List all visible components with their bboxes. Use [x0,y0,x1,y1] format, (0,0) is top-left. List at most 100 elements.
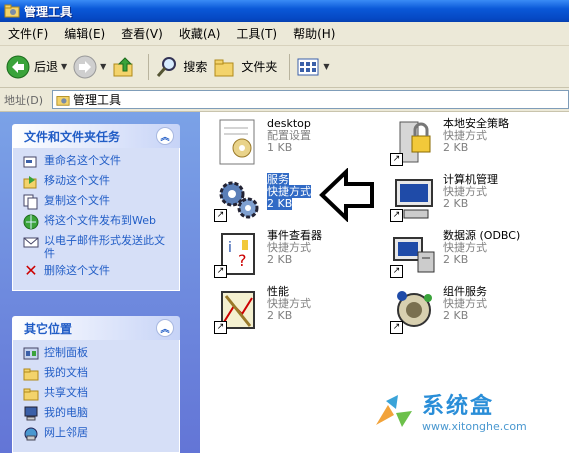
place-my-documents[interactable]: 我的文档 [23,366,173,382]
file-size: 2 KB [267,309,293,322]
task-email[interactable]: 以电子邮件形式发送此文件 [23,234,173,260]
toolbar-separator [148,53,150,80]
place-label: 我的电脑 [44,406,88,419]
menu-file[interactable]: 文件(F) [0,25,56,42]
file-item-desktop[interactable]: desktop 配置设置 1 KB [214,118,311,166]
collapse-chevron-icon[interactable]: ︽ [156,319,174,337]
address-label: 地址(D) [4,93,44,107]
back-button[interactable]: 后退 ▼ [6,55,67,79]
place-label: 共享文档 [44,386,88,399]
place-my-computer[interactable]: 我的电脑 [23,406,173,422]
forward-button[interactable]: ▼ [73,55,106,79]
toolbar-separator [289,53,291,80]
other-places-header[interactable]: 其它位置 ︽ [12,316,180,340]
file-item-local-security-policy[interactable]: ↗ 本地安全策略 快捷方式 2 KB [390,118,509,166]
address-value: 管理工具 [73,93,122,107]
menu-edit[interactable]: 编辑(E) [56,25,113,42]
computer-management-icon: ↗ [390,174,438,222]
file-tasks-panel: 文件和文件夹任务 ︽ 重命名这个文件 移动这个文件 复制这个文件 将这个文件发布… [12,124,180,291]
search-button[interactable]: 搜索 [155,55,207,79]
task-rename[interactable]: 重命名这个文件 [23,154,173,170]
up-folder-icon [113,56,133,76]
task-publish-web[interactable]: 将这个文件发布到Web [23,214,173,230]
task-label: 删除这个文件 [44,264,110,277]
task-label: 重命名这个文件 [44,154,121,167]
move-icon [23,176,37,189]
file-size: 2 KB [267,197,293,210]
search-icon [157,56,177,77]
other-places-panel: 其它位置 ︽ 控制面板 我的文档 共享文档 我的电脑 网上邻居 [12,316,180,453]
watermark-title: 系统盒 [422,394,495,419]
task-pane: 文件和文件夹任务 ︽ 重命名这个文件 移动这个文件 复制这个文件 将这个文件发布… [0,112,200,453]
place-label: 我的文档 [44,366,88,379]
globe-icon [23,214,39,230]
watermark-logo-icon [376,394,412,427]
data-source-icon: ↗ [390,230,438,278]
file-item-computer-management[interactable]: ↗ 计算机管理 快捷方式 2 KB [390,174,498,222]
folders-icon [214,59,234,76]
file-size: 2 KB [443,309,469,322]
menu-help[interactable]: 帮助(H) [285,25,343,42]
menu-view[interactable]: 查看(V) [113,25,171,42]
views-button[interactable]: ▼ [296,56,330,78]
shortcut-arrow-icon: ↗ [390,265,403,278]
config-file-icon [214,118,262,166]
file-tasks-body: 重命名这个文件 移动这个文件 复制这个文件 将这个文件发布到Web 以电子邮件形… [12,148,180,291]
place-label: 控制面板 [44,346,88,359]
file-item-performance[interactable]: ↗ 性能 快捷方式 2 KB [214,286,311,334]
rename-icon [23,156,37,168]
file-size: 2 KB [267,253,293,266]
title-bar[interactable]: 管理工具 [0,0,569,22]
task-label: 将这个文件发布到Web [44,214,156,227]
place-shared-documents[interactable]: 共享文档 [23,386,173,402]
collapse-chevron-icon[interactable]: ︽ [156,127,174,145]
task-label: 以电子邮件形式发送此文件 [44,234,165,260]
address-input[interactable]: 管理工具 [52,90,569,109]
back-label: 后退 [34,60,59,74]
event-viewer-icon: i? ↗ [214,230,262,278]
place-network[interactable]: 网上邻居 [23,426,173,442]
up-folder-button[interactable] [112,55,136,79]
watermark-url: www.xitonghe.com [422,420,527,433]
task-move[interactable]: 移动这个文件 [23,174,173,190]
left-arrow-annotation-icon [319,168,374,222]
svg-text:i: i [228,240,232,256]
services-gears-icon: ↗ [214,174,262,222]
task-label: 复制这个文件 [44,194,110,207]
place-control-panel[interactable]: 控制面板 [23,346,173,362]
file-size: 1 KB [267,141,293,154]
copy-icon [23,194,38,210]
file-size: 2 KB [443,141,469,154]
views-icon [297,58,319,75]
shortcut-arrow-icon: ↗ [214,209,227,222]
shortcut-arrow-icon: ↗ [214,265,227,278]
address-bar: 地址(D) 管理工具 [0,88,569,112]
other-places-title: 其它位置 [24,321,73,336]
file-item-event-viewer[interactable]: i? ↗ 事件查看器 快捷方式 2 KB [214,230,322,278]
security-policy-icon: ↗ [390,118,438,166]
views-dropdown-icon[interactable]: ▼ [323,62,329,71]
forward-arrow-icon [73,55,97,78]
forward-dropdown-icon[interactable]: ▼ [100,62,106,71]
folder-icon [23,368,39,381]
window-title: 管理工具 [24,4,73,19]
control-panel-icon [23,347,39,360]
email-icon [23,237,39,248]
file-item-odbc[interactable]: ↗ 数据源 (ODBC) 快捷方式 2 KB [390,230,520,278]
folders-button[interactable]: 文件夹 [213,55,277,79]
shortcut-arrow-icon: ↗ [390,321,403,334]
task-copy[interactable]: 复制这个文件 [23,194,173,210]
task-delete[interactable]: ✕ 删除这个文件 [23,261,173,280]
file-item-services[interactable]: ↗ 服务 快捷方式 2 KB [214,173,311,222]
back-dropdown-icon[interactable]: ▼ [61,62,67,71]
shortcut-arrow-icon: ↗ [214,321,227,334]
delete-x-icon: ✕ [24,261,38,280]
back-arrow-icon [6,55,30,78]
menu-favorites[interactable]: 收藏(A) [171,25,229,42]
menu-tools[interactable]: 工具(T) [228,25,285,42]
folder-tools-icon [4,4,20,18]
file-item-component-services[interactable]: ↗ 组件服务 快捷方式 2 KB [390,286,487,334]
task-label: 移动这个文件 [44,174,110,187]
component-services-icon: ↗ [390,286,438,334]
file-tasks-header[interactable]: 文件和文件夹任务 ︽ [12,124,180,148]
